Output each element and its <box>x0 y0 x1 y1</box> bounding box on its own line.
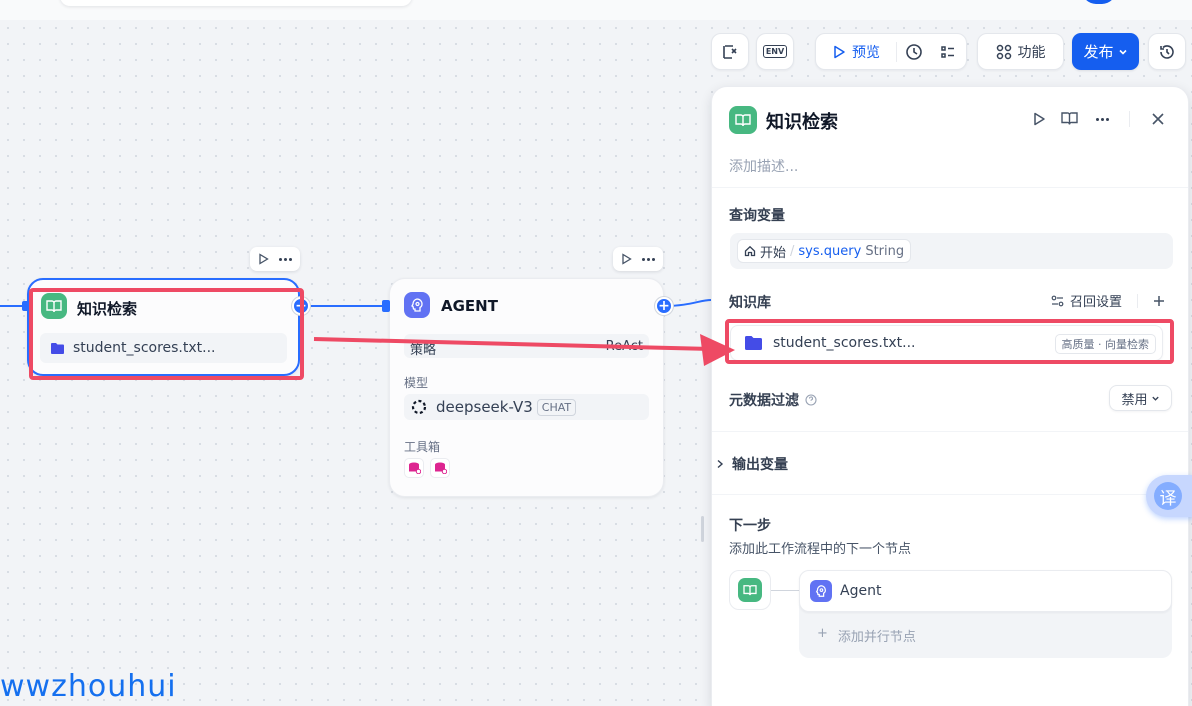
translate-icon: 译 <box>1154 482 1182 510</box>
translate-button[interactable]: 译 <box>1146 475 1192 517</box>
annotation-arrow <box>313 334 735 366</box>
watermark-text: wwzhouhui <box>0 669 177 704</box>
